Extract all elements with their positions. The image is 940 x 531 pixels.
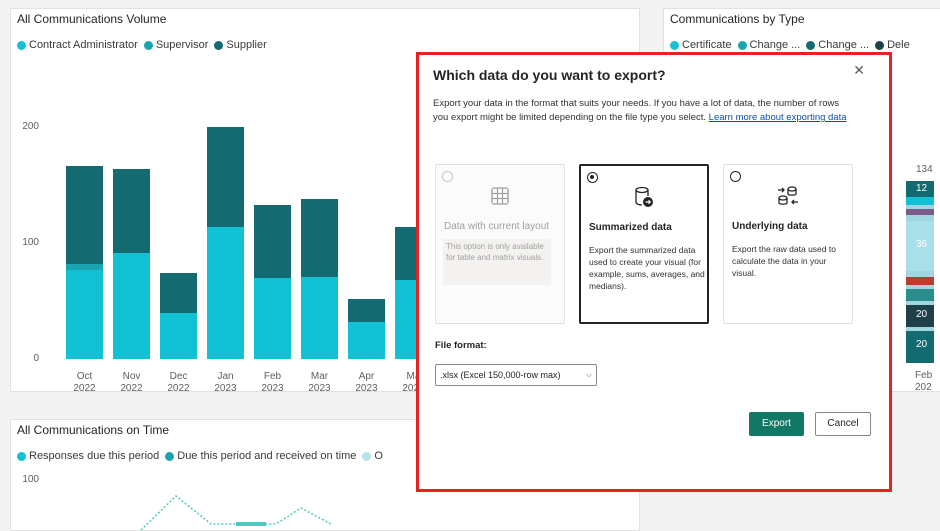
legend-dot	[806, 40, 816, 50]
legend-dot	[737, 40, 747, 50]
legend-item-certificate[interactable]: Certificate	[670, 39, 732, 51]
bar-segment[interactable]	[66, 269, 103, 359]
column-segment	[906, 277, 934, 285]
bar-segment[interactable]	[348, 298, 385, 322]
legend-dot	[875, 40, 885, 50]
legend-item-supplier[interactable]: Supplier	[214, 39, 267, 51]
segment-label: 20	[916, 339, 928, 350]
column-segment	[906, 289, 934, 301]
x-tick-label: Nov 2022	[120, 371, 143, 392]
legend-dot	[17, 40, 26, 50]
legend-dot	[143, 40, 153, 50]
type-top-label: 134	[916, 164, 933, 175]
legend-label: Supplier	[226, 39, 267, 51]
legend-label: Contract Administrator	[29, 39, 138, 51]
legend-label: Dele	[887, 39, 910, 51]
bar-segment[interactable]	[254, 204, 291, 278]
segment-label: 12	[916, 183, 928, 194]
x-tick-label: Feb 2023	[261, 371, 284, 392]
x-tick-label: Jan 2023	[214, 371, 237, 392]
bar-segment[interactable]	[160, 273, 197, 313]
segment-label: 20	[916, 309, 928, 320]
x-tick-label: Dec 2022	[167, 371, 190, 392]
bar-segment[interactable]	[207, 127, 244, 227]
type-x-tick-year: 202	[915, 382, 932, 392]
x-tick-label: Apr 2023	[355, 371, 378, 392]
legend-dot	[670, 40, 679, 50]
y-tick-label: 0	[33, 353, 39, 364]
legend-label: Change ...	[818, 39, 870, 51]
x-tick-label: Oct 2022	[73, 371, 96, 392]
volume-chart-title: All Communications Volume	[17, 12, 167, 26]
bar-segment[interactable]	[160, 312, 197, 359]
bar-segment[interactable]	[348, 321, 385, 359]
legend-item-dele[interactable]: Dele	[875, 39, 910, 51]
legend-item-change-2[interactable]: Change ...	[806, 39, 869, 51]
red-highlight-frame	[416, 52, 892, 492]
legend-item-change-1[interactable]: Change ...	[737, 39, 801, 51]
legend-label: Supervisor	[155, 39, 209, 51]
bar-segment[interactable]	[113, 168, 150, 254]
type-chart-title: Communications by Type	[670, 12, 805, 26]
bar-segment[interactable]	[66, 263, 103, 270]
bar-segment[interactable]	[66, 166, 103, 264]
type-x-tick: Feb	[915, 370, 933, 381]
legend-dot	[214, 40, 224, 50]
type-legend: Certificate Change ... Change ... Dele	[670, 39, 910, 51]
segment-label: 36	[916, 239, 928, 250]
bar-segment[interactable]	[301, 276, 338, 359]
legend-label: Change ...	[749, 39, 801, 51]
legend-label: Certificate	[682, 39, 732, 51]
column-segment	[906, 209, 934, 215]
legend-item-contract-administrator[interactable]: Contract Administrator	[17, 39, 138, 51]
y-tick-label: 200	[22, 121, 39, 132]
y-tick-label: 100	[22, 237, 39, 248]
bar-segment[interactable]	[113, 253, 150, 359]
legend-item-supervisor[interactable]: Supervisor	[143, 39, 209, 51]
bar-segment[interactable]	[254, 277, 291, 359]
x-tick-label: Mar 2023	[308, 371, 331, 392]
column-segment	[906, 197, 934, 205]
bar-segment[interactable]	[207, 226, 244, 359]
stacked-column[interactable]: 12 36 20 20	[906, 181, 934, 363]
bar-segment[interactable]	[301, 198, 338, 277]
volume-legend: Contract Administrator Supervisor Suppli…	[17, 39, 267, 51]
